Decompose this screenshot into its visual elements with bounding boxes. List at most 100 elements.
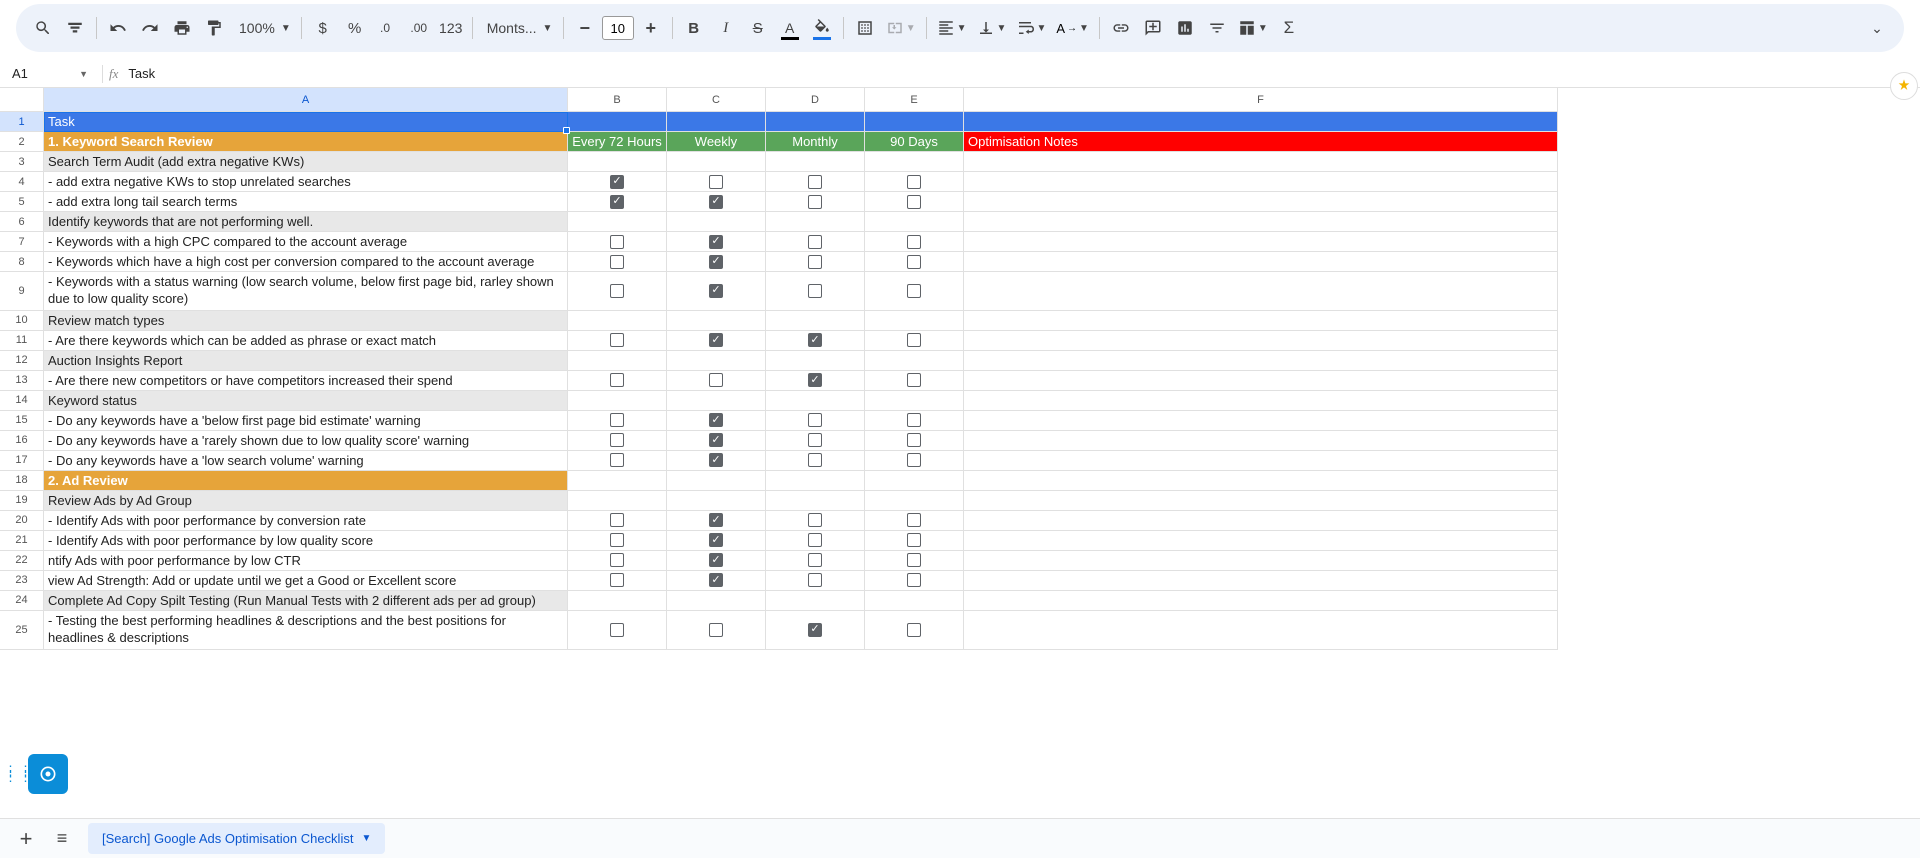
zoom-dropdown[interactable]: 100%▼ xyxy=(231,20,295,36)
cell-D24[interactable] xyxy=(766,591,865,611)
horizontal-align-icon[interactable]: ▼ xyxy=(933,19,971,37)
checkbox[interactable] xyxy=(808,433,822,447)
cell-c8[interactable] xyxy=(667,252,766,272)
checkbox[interactable] xyxy=(907,533,921,547)
merge-cells-icon[interactable]: ▼ xyxy=(882,19,920,37)
cell-e7[interactable] xyxy=(865,232,964,252)
cell-C3[interactable] xyxy=(667,152,766,172)
checkbox[interactable] xyxy=(709,513,723,527)
cell-d7[interactable] xyxy=(766,232,865,252)
side-panel-toggle[interactable] xyxy=(1890,72,1918,100)
cell-c11[interactable] xyxy=(667,331,766,351)
checkbox[interactable] xyxy=(610,333,624,347)
checkbox[interactable] xyxy=(808,175,822,189)
cell-c23[interactable] xyxy=(667,571,766,591)
cell-F6[interactable] xyxy=(964,212,1558,232)
cell-D19[interactable] xyxy=(766,491,865,511)
checkbox[interactable] xyxy=(907,255,921,269)
cell-f15[interactable] xyxy=(964,411,1558,431)
cell-D10[interactable] xyxy=(766,311,865,331)
checkbox[interactable] xyxy=(907,573,921,587)
cell-a7[interactable]: - Keywords with a high CPC compared to t… xyxy=(44,232,568,252)
checkbox[interactable] xyxy=(709,373,723,387)
cell-E12[interactable] xyxy=(865,351,964,371)
checkbox[interactable] xyxy=(907,333,921,347)
paint-format-icon[interactable] xyxy=(199,13,229,43)
name-box[interactable]: A1▼ xyxy=(4,60,96,87)
checkbox[interactable] xyxy=(907,623,921,637)
cell-d15[interactable] xyxy=(766,411,865,431)
checkbox[interactable] xyxy=(808,453,822,467)
cell-f8[interactable] xyxy=(964,252,1558,272)
checkbox[interactable] xyxy=(907,235,921,249)
formula-input[interactable]: Task xyxy=(128,66,155,81)
checkbox[interactable] xyxy=(610,573,624,587)
row-header-5[interactable]: 5 xyxy=(0,192,44,212)
cell-b23[interactable] xyxy=(568,571,667,591)
cell-D6[interactable] xyxy=(766,212,865,232)
cell-a3[interactable]: Search Term Audit (add extra negative KW… xyxy=(44,152,568,172)
row-header-21[interactable]: 21 xyxy=(0,531,44,551)
row-header-14[interactable]: 14 xyxy=(0,391,44,411)
cell-B6[interactable] xyxy=(568,212,667,232)
row-header-3[interactable]: 3 xyxy=(0,152,44,172)
cell-F10[interactable] xyxy=(964,311,1558,331)
checkbox[interactable] xyxy=(610,235,624,249)
cell-a19[interactable]: Review Ads by Ad Group xyxy=(44,491,568,511)
checkbox[interactable] xyxy=(808,235,822,249)
text-wrap-icon[interactable]: ▼ xyxy=(1012,19,1050,37)
checkbox[interactable] xyxy=(808,333,822,347)
all-sheets-button[interactable]: ≡ xyxy=(44,821,80,857)
checkbox[interactable] xyxy=(610,175,624,189)
checkbox[interactable] xyxy=(709,235,723,249)
cell-D1[interactable] xyxy=(766,112,865,132)
column-header-E[interactable]: E xyxy=(865,88,964,112)
cell-B1[interactable] xyxy=(568,112,667,132)
cell-d22[interactable] xyxy=(766,551,865,571)
cell-a14[interactable]: Keyword status xyxy=(44,391,568,411)
cell-F24[interactable] xyxy=(964,591,1558,611)
checkbox[interactable] xyxy=(610,255,624,269)
row-header-1[interactable]: 1 xyxy=(0,112,44,132)
cell-F14[interactable] xyxy=(964,391,1558,411)
cell-B19[interactable] xyxy=(568,491,667,511)
cell-d5[interactable] xyxy=(766,192,865,212)
cell-d4[interactable] xyxy=(766,172,865,192)
cell-d25[interactable] xyxy=(766,611,865,650)
cell-E18[interactable] xyxy=(865,471,964,491)
cell-c13[interactable] xyxy=(667,371,766,391)
cell-E6[interactable] xyxy=(865,212,964,232)
checkbox[interactable] xyxy=(610,433,624,447)
screen-record-button[interactable] xyxy=(28,754,68,794)
cell-e16[interactable] xyxy=(865,431,964,451)
cell-C6[interactable] xyxy=(667,212,766,232)
checkbox[interactable] xyxy=(907,195,921,209)
checkbox[interactable] xyxy=(709,333,723,347)
cell-a21[interactable]: - Identify Ads with poor performance by … xyxy=(44,531,568,551)
cell-f21[interactable] xyxy=(964,531,1558,551)
cell-E1[interactable] xyxy=(865,112,964,132)
cell-f13[interactable] xyxy=(964,371,1558,391)
text-color-icon[interactable]: A xyxy=(775,13,805,43)
checkbox[interactable] xyxy=(907,175,921,189)
cell-e2[interactable]: 90 Days xyxy=(865,132,964,152)
row-header-12[interactable]: 12 xyxy=(0,351,44,371)
cell-d11[interactable] xyxy=(766,331,865,351)
cell-c20[interactable] xyxy=(667,511,766,531)
cell-e13[interactable] xyxy=(865,371,964,391)
checkbox[interactable] xyxy=(610,553,624,567)
row-header-9[interactable]: 9 xyxy=(0,272,44,311)
cell-c17[interactable] xyxy=(667,451,766,471)
cell-b7[interactable] xyxy=(568,232,667,252)
checkbox[interactable] xyxy=(808,513,822,527)
cell-b21[interactable] xyxy=(568,531,667,551)
vertical-align-icon[interactable]: ▼ xyxy=(973,19,1011,37)
cell-D14[interactable] xyxy=(766,391,865,411)
cell-b25[interactable] xyxy=(568,611,667,650)
cell-C24[interactable] xyxy=(667,591,766,611)
checkbox[interactable] xyxy=(610,513,624,527)
checkbox[interactable] xyxy=(709,573,723,587)
search-icon[interactable] xyxy=(28,13,58,43)
cell-f22[interactable] xyxy=(964,551,1558,571)
checkbox[interactable] xyxy=(610,195,624,209)
